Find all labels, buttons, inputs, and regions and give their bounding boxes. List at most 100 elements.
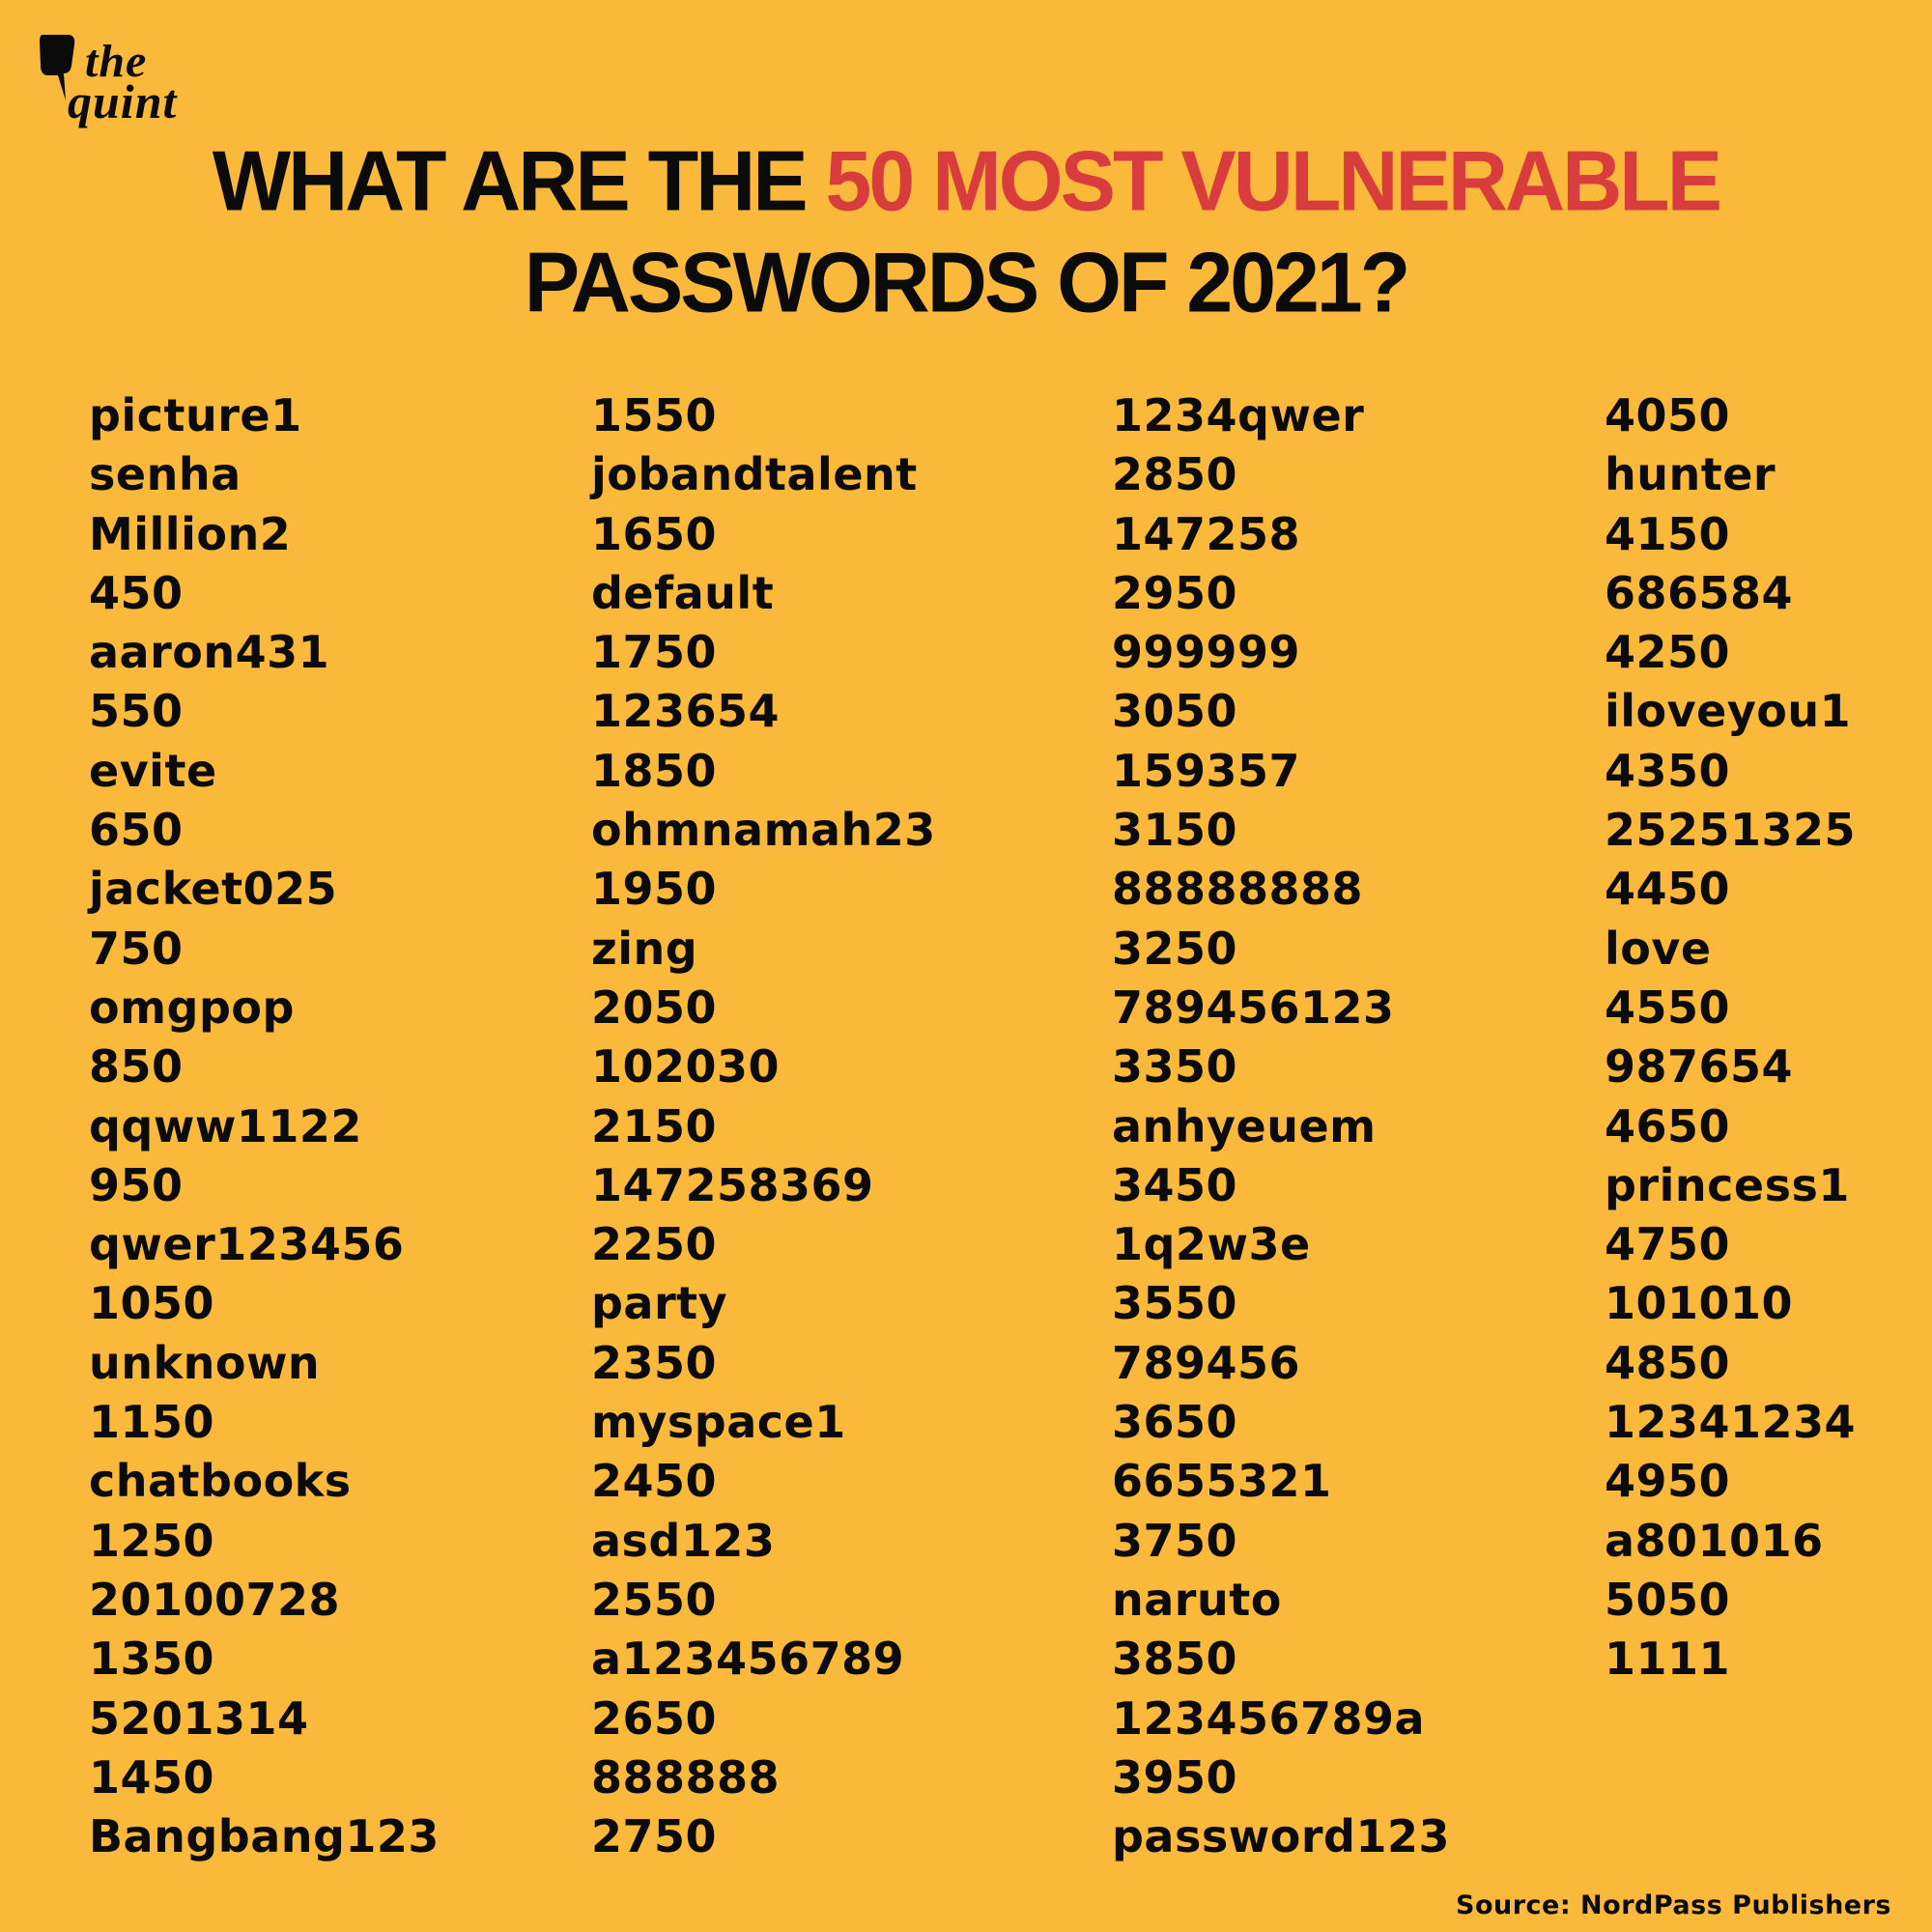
password-item: 1350: [89, 1633, 215, 1686]
password-item: 5201314: [89, 1691, 309, 1745]
password-item: omgpop: [89, 980, 295, 1034]
password-item: jobandtalent: [591, 448, 918, 501]
headline-line-2: PASSWORDS OF 2021?: [524, 236, 1411, 330]
password-item: 101010: [1605, 1277, 1794, 1330]
password-column-4: 4050 hunter 4150 686584 4250 iloveyou1 4350 252…: [1605, 386, 1856, 1690]
password-item: 950: [89, 1158, 184, 1211]
password-item: naruto: [1112, 1573, 1282, 1626]
password-item: asd123: [591, 1514, 776, 1567]
password-item: 1250: [89, 1514, 215, 1567]
password-item: zing: [591, 922, 698, 975]
password-item: qwer123456: [89, 1218, 405, 1271]
password-item: 147258: [1112, 507, 1301, 560]
headline-highlight: 50 MOST VULNERABLE: [825, 134, 1723, 229]
password-item: 1550: [591, 389, 718, 441]
password-item: 1q2w3e: [1112, 1218, 1311, 1271]
password-item: a123456789: [591, 1633, 905, 1686]
password-item: 1234qwer: [1112, 389, 1365, 441]
password-item: 4350: [1605, 744, 1731, 797]
password-item: 2450: [591, 1455, 718, 1508]
password-column-2: 1550 jobandtalent 1650 default 1750 123654 185…: [591, 386, 936, 1866]
password-item: 2650: [591, 1691, 718, 1745]
password-item: 1750: [591, 626, 718, 679]
password-item: password123: [1112, 1810, 1450, 1863]
password-item: 3350: [1112, 1040, 1238, 1094]
password-item: 3150: [1112, 804, 1238, 857]
password-item: 1450: [89, 1750, 215, 1804]
password-item: aaron431: [89, 626, 330, 679]
password-item: 789456: [1112, 1336, 1301, 1389]
password-item: love: [1605, 922, 1712, 975]
password-item: 2250: [591, 1218, 718, 1271]
password-item: 650: [89, 804, 184, 857]
password-item: 1950: [591, 863, 718, 916]
headline-line-1: WHAT ARE THE 50 MOST VULNERABLE: [0, 139, 1932, 224]
password-item: Bangbang123: [89, 1810, 440, 1863]
password-item: 4850: [1605, 1336, 1731, 1389]
password-item: jacket025: [89, 863, 338, 916]
password-item: chatbooks: [89, 1455, 352, 1508]
password-item: 1850: [591, 744, 718, 797]
password-item: 2750: [591, 1810, 718, 1863]
password-item: 888888: [591, 1750, 781, 1804]
password-item: senha: [89, 448, 242, 501]
password-item: 123456789a: [1112, 1691, 1426, 1745]
password-column-3: 1234qwer 2850 147258 2950 999999 3050 159357 31…: [1112, 386, 1450, 1866]
password-item: 999999: [1112, 626, 1301, 679]
password-item: 6655321: [1112, 1455, 1332, 1508]
password-item: 1111: [1605, 1633, 1731, 1686]
password-item: a801016: [1605, 1514, 1824, 1567]
password-item: 1150: [89, 1396, 215, 1449]
password-item: 159357: [1112, 744, 1301, 797]
password-item: 3050: [1112, 685, 1238, 738]
password-item: 4750: [1605, 1218, 1731, 1271]
password-item: 4250: [1605, 626, 1731, 679]
password-item: iloveyou1: [1605, 685, 1852, 738]
password-item: 2950: [1112, 566, 1238, 619]
headline-text: WHAT ARE THE: [212, 134, 826, 229]
password-item: picture1: [89, 389, 302, 441]
password-item: 88888888: [1112, 863, 1364, 916]
password-item: 3550: [1112, 1277, 1238, 1330]
password-item: 5050: [1605, 1573, 1731, 1626]
password-item: 450: [89, 566, 184, 619]
password-item: 4550: [1605, 980, 1731, 1034]
password-item: 2350: [591, 1336, 718, 1389]
password-item: 3950: [1112, 1750, 1238, 1804]
password-item: 2050: [591, 980, 718, 1034]
password-item: 4150: [1605, 507, 1731, 560]
password-item: 12341234: [1605, 1396, 1857, 1449]
password-item: 3450: [1112, 1158, 1238, 1211]
password-item: 550: [89, 685, 184, 738]
password-item: 147258369: [591, 1158, 874, 1211]
password-item: 2550: [591, 1573, 718, 1626]
password-item: 2150: [591, 1099, 718, 1152]
password-item: 20100728: [89, 1573, 341, 1626]
password-item: qqww1122: [89, 1099, 362, 1152]
password-item: 1650: [591, 507, 718, 560]
password-item: 4450: [1605, 863, 1731, 916]
password-item: 25251325: [1605, 804, 1857, 857]
password-item: 750: [89, 922, 184, 975]
password-item: 1050: [89, 1277, 215, 1330]
password-item: 4950: [1605, 1455, 1731, 1508]
password-item: hunter: [1605, 448, 1776, 501]
password-item: evite: [89, 744, 217, 797]
password-item: 4650: [1605, 1099, 1731, 1152]
password-item: 3850: [1112, 1633, 1238, 1686]
password-item: 789456123: [1112, 980, 1395, 1034]
password-item: Million2: [89, 507, 292, 560]
password-item: 3250: [1112, 922, 1238, 975]
password-item: anhyeuem: [1112, 1099, 1377, 1152]
password-item: 2850: [1112, 448, 1238, 501]
password-item: 3650: [1112, 1396, 1238, 1449]
password-item: 4050: [1605, 389, 1731, 441]
password-item: myspace1: [591, 1396, 846, 1449]
password-item: 3750: [1112, 1514, 1238, 1567]
password-item: 123654: [591, 685, 781, 738]
password-item: 987654: [1605, 1040, 1794, 1094]
password-item: party: [591, 1277, 728, 1330]
password-item: 102030: [591, 1040, 781, 1094]
password-item: default: [591, 566, 775, 619]
password-item: 850: [89, 1040, 184, 1094]
